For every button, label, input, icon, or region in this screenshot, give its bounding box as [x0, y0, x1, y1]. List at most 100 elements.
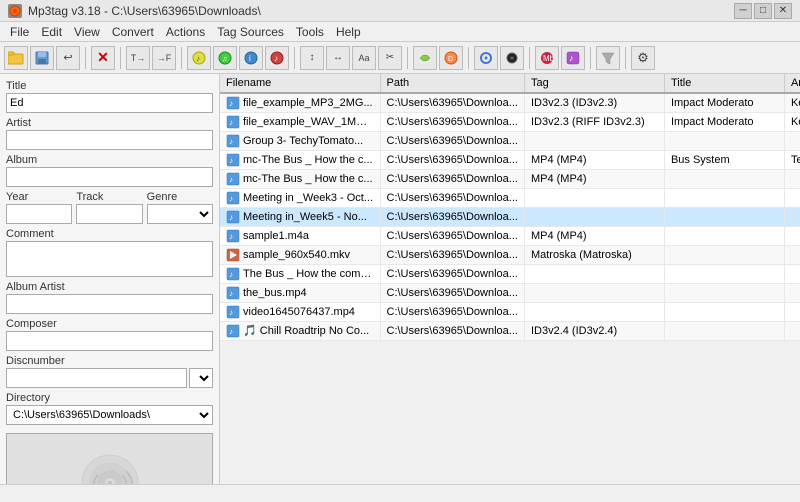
- btn5[interactable]: ↕: [300, 46, 324, 70]
- table-row[interactable]: ♪ The Bus _ How the comp...C:\Users\6396…: [220, 265, 800, 284]
- table-row[interactable]: ♪ mc-The Bus _ How the c...C:\Users\6396…: [220, 151, 800, 170]
- remove-button[interactable]: ✕: [91, 46, 115, 70]
- window-controls[interactable]: ─ □ ✕: [734, 3, 792, 19]
- col-path[interactable]: Path: [380, 74, 524, 93]
- svg-text:♪: ♪: [229, 213, 233, 222]
- settings-button[interactable]: ⚙: [631, 46, 655, 70]
- cell-tag: [524, 208, 664, 227]
- audio-file-icon: ♪: [226, 305, 240, 319]
- cell-tag: [524, 303, 664, 322]
- musicbrainz-button[interactable]: Mb: [535, 46, 559, 70]
- maximize-button[interactable]: □: [754, 3, 772, 19]
- artist-input[interactable]: [6, 130, 213, 150]
- minimize-button[interactable]: ─: [734, 3, 752, 19]
- col-tag[interactable]: Tag: [524, 74, 664, 93]
- btn2[interactable]: ♫: [213, 46, 237, 70]
- audio-file-icon: ♪: [226, 324, 240, 338]
- album-input[interactable]: [6, 167, 213, 187]
- title-label: Title: [6, 80, 213, 92]
- track-input[interactable]: [76, 204, 142, 224]
- year-label: Year: [6, 191, 72, 203]
- undo-button[interactable]: ↩: [56, 46, 80, 70]
- svg-text:♪: ♪: [196, 54, 200, 63]
- cell-path: C:\Users\63965\Downloa...: [380, 170, 524, 189]
- svg-text:Mb: Mb: [543, 54, 554, 63]
- col-title[interactable]: Title: [664, 74, 784, 93]
- cell-artist: [784, 265, 800, 284]
- cell-title: [664, 227, 784, 246]
- discnumber-select[interactable]: [189, 368, 213, 388]
- composer-field-group: Composer: [6, 318, 213, 351]
- tag-from-filename-button[interactable]: T→: [126, 46, 150, 70]
- app-icon: [8, 4, 22, 18]
- table-row[interactable]: ♪ the_bus.mp4C:\Users\63965\Downloa...: [220, 284, 800, 303]
- table-row[interactable]: ♪ sample1.m4aC:\Users\63965\Downloa...MP…: [220, 227, 800, 246]
- menu-item-tools[interactable]: Tools: [290, 22, 330, 41]
- svg-text:♪: ♪: [229, 327, 233, 336]
- col-filename[interactable]: Filename: [220, 74, 380, 93]
- main-content: Title Artist Album Year Track Genre: [0, 74, 800, 484]
- svg-text:♫: ♫: [222, 56, 227, 63]
- window-title: Mp3tag v3.18 - C:\Users\63965\Downloads\: [28, 4, 261, 18]
- menu-item-actions[interactable]: Actions: [160, 22, 211, 41]
- filter-button[interactable]: [596, 46, 620, 70]
- album-field-group: Album: [6, 154, 213, 187]
- cell-filename: ♪ Meeting in _Week3 - Oct...: [220, 189, 380, 208]
- cell-artist: [784, 246, 800, 265]
- file-table-wrapper[interactable]: Filename Path Tag Title Artist ♪ file_ex…: [220, 74, 800, 484]
- table-row[interactable]: ♪ file_example_MP3_2MG...C:\Users\63965\…: [220, 93, 800, 113]
- close-button[interactable]: ✕: [774, 3, 792, 19]
- btn8[interactable]: ✂: [378, 46, 402, 70]
- btn4[interactable]: ♪: [265, 46, 289, 70]
- open-folder-button[interactable]: [4, 46, 28, 70]
- right-panel: Filename Path Tag Title Artist ♪ file_ex…: [220, 74, 800, 484]
- menu-item-help[interactable]: Help: [330, 22, 367, 41]
- menu-item-view[interactable]: View: [68, 22, 106, 41]
- table-row[interactable]: ♪ Meeting in_Week5 - No...C:\Users\63965…: [220, 208, 800, 227]
- discogs-button[interactable]: [500, 46, 524, 70]
- table-row[interactable]: sample_960x540.mkvC:\Users\63965\Downloa…: [220, 246, 800, 265]
- cell-filename: ♪ Meeting in_Week5 - No...: [220, 208, 380, 227]
- col-artist[interactable]: Artist: [784, 74, 800, 93]
- comment-textarea[interactable]: [6, 241, 213, 277]
- svg-text:♪: ♪: [229, 194, 233, 203]
- video-file-icon: [226, 248, 240, 262]
- btn9[interactable]: [413, 46, 437, 70]
- directory-label: Directory: [6, 392, 213, 404]
- cell-artist: [784, 303, 800, 322]
- menu-item-edit[interactable]: Edit: [35, 22, 68, 41]
- lyrics-button[interactable]: ♪: [561, 46, 585, 70]
- table-row[interactable]: ♪ 🎵 Chill Roadtrip No Co...C:\Users\6396…: [220, 322, 800, 341]
- composer-input[interactable]: [6, 331, 213, 351]
- title-input[interactable]: [6, 93, 213, 113]
- comment-label: Comment: [6, 228, 213, 240]
- directory-select[interactable]: C:\Users\63965\Downloads\: [6, 405, 213, 425]
- svg-text:♪: ♪: [229, 137, 233, 146]
- album-artist-input[interactable]: [6, 294, 213, 314]
- btn10[interactable]: D: [439, 46, 463, 70]
- menu-item-tag sources[interactable]: Tag Sources: [211, 22, 290, 41]
- cell-artist: [784, 189, 800, 208]
- table-row[interactable]: ♪ Meeting in _Week3 - Oct...C:\Users\639…: [220, 189, 800, 208]
- table-row[interactable]: ♪ Group 3- TechyTomato...C:\Users\63965\…: [220, 132, 800, 151]
- year-input[interactable]: [6, 204, 72, 224]
- table-row[interactable]: ♪ video1645076437.mp4C:\Users\63965\Down…: [220, 303, 800, 322]
- btn3[interactable]: i: [239, 46, 263, 70]
- btn7[interactable]: Aa: [352, 46, 376, 70]
- menu-item-convert[interactable]: Convert: [106, 22, 160, 41]
- genre-select[interactable]: [147, 204, 213, 224]
- save-button[interactable]: [30, 46, 54, 70]
- cell-title: Impact Moderato: [664, 93, 784, 113]
- table-row[interactable]: ♪ mc-The Bus _ How the c...C:\Users\6396…: [220, 170, 800, 189]
- btn6[interactable]: ↔: [326, 46, 350, 70]
- album-art[interactable]: [6, 433, 213, 484]
- discnumber-input[interactable]: [6, 368, 187, 388]
- table-row[interactable]: ♪ file_example_WAV_1MG...C:\Users\63965\…: [220, 113, 800, 132]
- btn1[interactable]: ♪: [187, 46, 211, 70]
- cell-artist: [784, 284, 800, 303]
- menu-item-file[interactable]: File: [4, 22, 35, 41]
- directory-field-group: Directory C:\Users\63965\Downloads\: [6, 392, 213, 425]
- freedb-button[interactable]: [474, 46, 498, 70]
- filename-from-tag-button[interactable]: →F: [152, 46, 176, 70]
- disc-artwork-icon: [78, 451, 142, 484]
